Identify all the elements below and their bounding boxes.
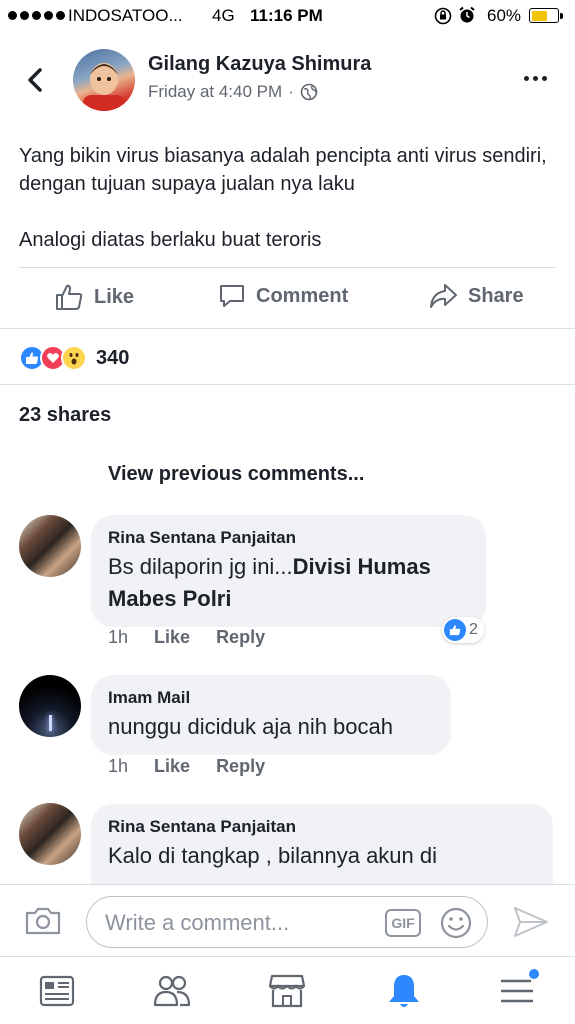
divider bbox=[0, 384, 575, 385]
tab-marketplace[interactable] bbox=[267, 971, 307, 1011]
reaction-count: 340 bbox=[96, 346, 130, 369]
more-dot-icon bbox=[524, 76, 529, 81]
comment-icon bbox=[220, 285, 244, 307]
post-paragraph: Yang bikin virus biasanya adalah pencipt… bbox=[19, 145, 547, 195]
commenter-avatar[interactable] bbox=[19, 515, 81, 577]
share-arrow-icon bbox=[430, 284, 457, 308]
battery-icon bbox=[529, 8, 563, 23]
share-label: Share bbox=[468, 284, 524, 307]
post-actions: Like Comment Share bbox=[0, 268, 575, 328]
send-icon[interactable] bbox=[512, 905, 550, 944]
comment-like-count[interactable]: 2 bbox=[442, 617, 484, 643]
globe-icon bbox=[300, 83, 318, 101]
bell-icon bbox=[389, 975, 419, 1007]
post-meta: Friday at 4:40 PM · bbox=[148, 82, 318, 102]
comment-bubble[interactable]: Rina Sentana Panjaitan Bs dilaporin jg i… bbox=[91, 515, 486, 627]
comment-meta: 1h Like Reply bbox=[108, 756, 265, 777]
emoji-icon[interactable] bbox=[439, 906, 473, 945]
wow-reaction-icon bbox=[61, 345, 87, 371]
like-button[interactable]: Like bbox=[54, 282, 134, 312]
more-dot-icon bbox=[542, 76, 547, 81]
comment-text-plain: Bs dilaporin jg ini... bbox=[108, 554, 293, 579]
comment-like-button[interactable]: Like bbox=[154, 627, 190, 648]
status-bar: INDOSATOO... 4G 11:16 PM 60% bbox=[0, 0, 575, 32]
menu-icon bbox=[501, 979, 533, 1003]
bottom-tab-bar bbox=[0, 956, 575, 1024]
like-reaction-icon bbox=[444, 619, 466, 641]
comment-label: Comment bbox=[256, 284, 349, 307]
comment-like-number: 2 bbox=[469, 621, 478, 638]
view-previous-comments-link[interactable]: View previous comments... bbox=[108, 463, 364, 486]
comment-button[interactable]: Comment bbox=[218, 282, 348, 310]
clock: 11:16 PM bbox=[250, 6, 323, 25]
meta-separator: · bbox=[288, 82, 294, 101]
commenter-avatar[interactable] bbox=[19, 803, 81, 865]
tab-friends[interactable] bbox=[152, 971, 192, 1011]
post-paragraph: Analogi diatas berlaku buat teroris bbox=[19, 229, 322, 251]
divider bbox=[0, 328, 575, 329]
comment-input[interactable]: Write a comment... GIF bbox=[86, 896, 488, 948]
comment-text: Kalo di tangkap , bilannya akun di bbox=[108, 843, 438, 868]
comment-composer: Write a comment... GIF bbox=[0, 884, 575, 956]
comment-like-button[interactable]: Like bbox=[154, 756, 190, 777]
comment-reply-button[interactable]: Reply bbox=[216, 627, 265, 648]
signal-strength-icon bbox=[8, 11, 65, 20]
camera-icon[interactable] bbox=[24, 905, 62, 942]
post-author-name[interactable]: Gilang Kazuya Shimura bbox=[148, 53, 371, 76]
share-button[interactable]: Share bbox=[428, 282, 524, 310]
rotation-lock-icon bbox=[434, 7, 452, 29]
post-body: Yang bikin virus biasanya adalah pencipt… bbox=[19, 142, 559, 254]
alarm-icon bbox=[458, 6, 476, 28]
commenter-avatar[interactable] bbox=[19, 675, 81, 737]
commenter-name[interactable]: Rina Sentana Panjaitan bbox=[108, 816, 535, 838]
tab-news-feed[interactable] bbox=[37, 971, 77, 1011]
network-type: 4G bbox=[212, 6, 235, 25]
more-dot-icon bbox=[533, 76, 538, 81]
battery-percent: 60% bbox=[487, 6, 522, 25]
commenter-name[interactable]: Imam Mail bbox=[108, 687, 433, 709]
author-avatar[interactable] bbox=[73, 49, 135, 111]
comment-placeholder: Write a comment... bbox=[105, 910, 290, 935]
share-count[interactable]: 23 shares bbox=[19, 404, 111, 427]
carrier-name: INDOSATOO... bbox=[68, 6, 183, 25]
gif-button[interactable]: GIF bbox=[385, 909, 421, 937]
news-feed-icon bbox=[39, 975, 75, 1007]
friends-icon bbox=[153, 975, 191, 1007]
comment-reply-button[interactable]: Reply bbox=[216, 756, 265, 777]
comment-time: 1h bbox=[108, 756, 129, 776]
comment-time: 1h bbox=[108, 627, 129, 647]
post-timestamp[interactable]: Friday at 4:40 PM bbox=[148, 82, 282, 102]
comment-text: Bs dilaporin jg ini...Divisi Humas Mabes… bbox=[108, 551, 468, 615]
tab-notifications[interactable] bbox=[384, 971, 424, 1011]
marketplace-icon bbox=[268, 974, 306, 1008]
thumbs-up-icon bbox=[56, 284, 83, 310]
comment-bubble[interactable]: Imam Mail nunggu diciduk aja nih bocah bbox=[91, 675, 451, 755]
chevron-left-icon bbox=[28, 68, 42, 92]
commenter-name[interactable]: Rina Sentana Panjaitan bbox=[108, 527, 468, 549]
battery-level-fill bbox=[531, 10, 547, 21]
comment-text: nunggu diciduk aja nih bocah bbox=[108, 714, 394, 739]
menu-notification-dot bbox=[529, 969, 539, 979]
more-options-button[interactable] bbox=[524, 76, 547, 81]
reactions-summary[interactable]: 340 bbox=[19, 345, 129, 371]
comment-meta: 1h Like Reply bbox=[108, 627, 265, 648]
back-button[interactable] bbox=[22, 62, 52, 98]
tab-menu[interactable] bbox=[497, 969, 539, 1011]
like-label: Like bbox=[94, 285, 135, 308]
